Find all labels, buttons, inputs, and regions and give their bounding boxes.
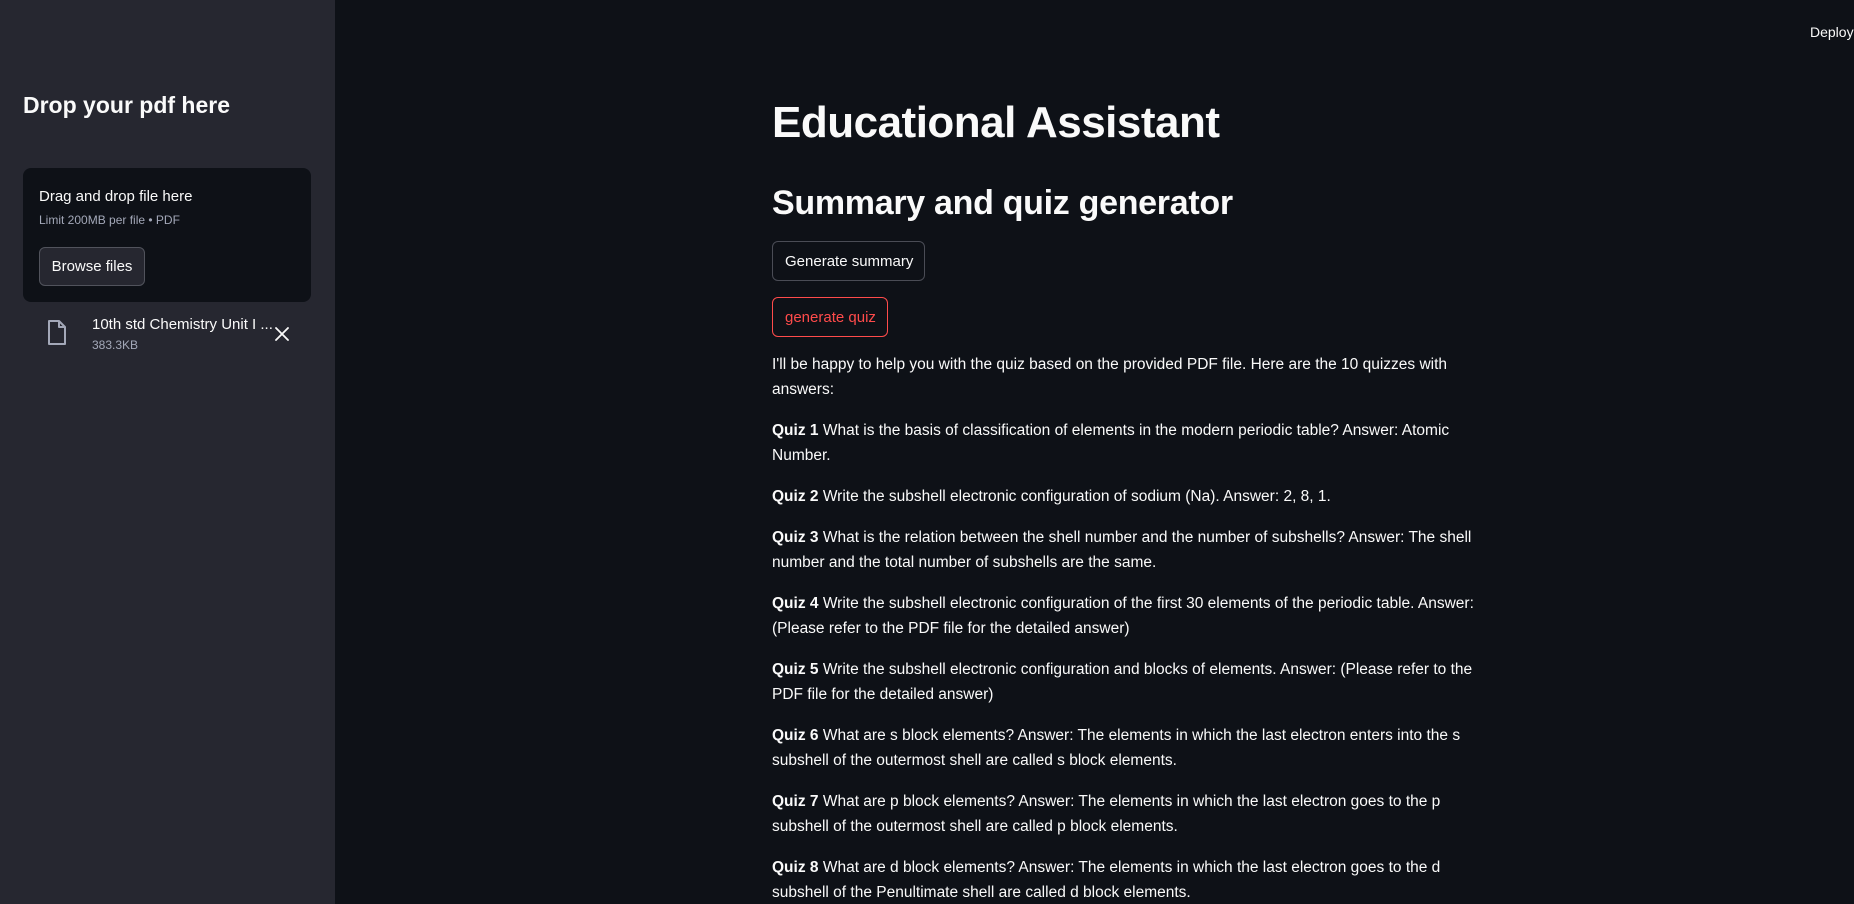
browse-files-button[interactable]: Browse files <box>39 247 145 286</box>
quiz-item: Quiz 2 Write the subshell electronic con… <box>772 484 1482 509</box>
quiz-item: Quiz 7 What are p block elements? Answer… <box>772 789 1482 839</box>
app-root: Drop your pdf here Drag and drop file he… <box>0 0 1854 904</box>
quiz-item: Quiz 4 Write the subshell electronic con… <box>772 591 1482 641</box>
file-name: 10th std Chemistry Unit I ... <box>92 316 273 333</box>
generate-summary-button[interactable]: Generate summary <box>772 241 925 281</box>
quiz-text: Write the subshell electronic configurat… <box>822 488 1331 505</box>
quiz-label: Quiz 2 <box>772 488 819 505</box>
quiz-text: What are d block elements? Answer: The e… <box>772 859 1441 901</box>
file-dropzone[interactable]: Drag and drop file here Limit 200MB per … <box>23 168 311 302</box>
quiz-text: Write the subshell electronic configurat… <box>772 595 1474 637</box>
quiz-label: Quiz 5 <box>772 661 819 678</box>
intro-text: I'll be happy to help you with the quiz … <box>772 356 1448 398</box>
page-subtitle: Summary and quiz generator <box>772 184 1233 222</box>
file-icon <box>45 319 69 347</box>
quiz-item: Quiz 1 What is the basis of classificati… <box>772 418 1482 468</box>
quiz-output: I'll be happy to help you with the quiz … <box>772 352 1482 904</box>
quiz-label: Quiz 4 <box>772 595 819 612</box>
quiz-label: Quiz 3 <box>772 529 819 546</box>
dropzone-title: Drag and drop file here <box>39 188 193 205</box>
quiz-item: Quiz 5 Write the subshell electronic con… <box>772 657 1482 707</box>
quiz-text: What is the relation between the shell n… <box>772 529 1472 571</box>
dropzone-limit: Limit 200MB per file • PDF <box>39 213 180 227</box>
quiz-text: What are p block elements? Answer: The e… <box>772 793 1441 835</box>
quiz-item: Quiz 8 What are d block elements? Answer… <box>772 855 1482 904</box>
quiz-text: Write the subshell electronic configurat… <box>772 661 1473 703</box>
page-title: Educational Assistant <box>772 98 1220 147</box>
file-size: 383.3KB <box>92 338 139 352</box>
sidebar-title: Drop your pdf here <box>23 92 231 118</box>
quiz-text: What is the basis of classification of e… <box>772 422 1450 464</box>
quiz-label: Quiz 7 <box>772 793 819 810</box>
quiz-label: Quiz 6 <box>772 727 819 744</box>
quiz-text: What are s block elements? Answer: The e… <box>772 727 1461 769</box>
deploy-button[interactable]: Deploy <box>1810 24 1854 40</box>
quiz-item: Quiz 3 What is the relation between the … <box>772 525 1482 575</box>
quiz-label: Quiz 1 <box>772 422 819 439</box>
generate-quiz-button[interactable]: generate quiz <box>772 297 888 337</box>
quiz-label: Quiz 8 <box>772 859 819 876</box>
uploaded-file: 10th std Chemistry Unit I ... 383.3KB <box>23 314 311 358</box>
sidebar: Drop your pdf here Drag and drop file he… <box>0 0 335 904</box>
close-icon[interactable] <box>272 324 292 344</box>
quiz-item: Quiz 6 What are s block elements? Answer… <box>772 723 1482 773</box>
